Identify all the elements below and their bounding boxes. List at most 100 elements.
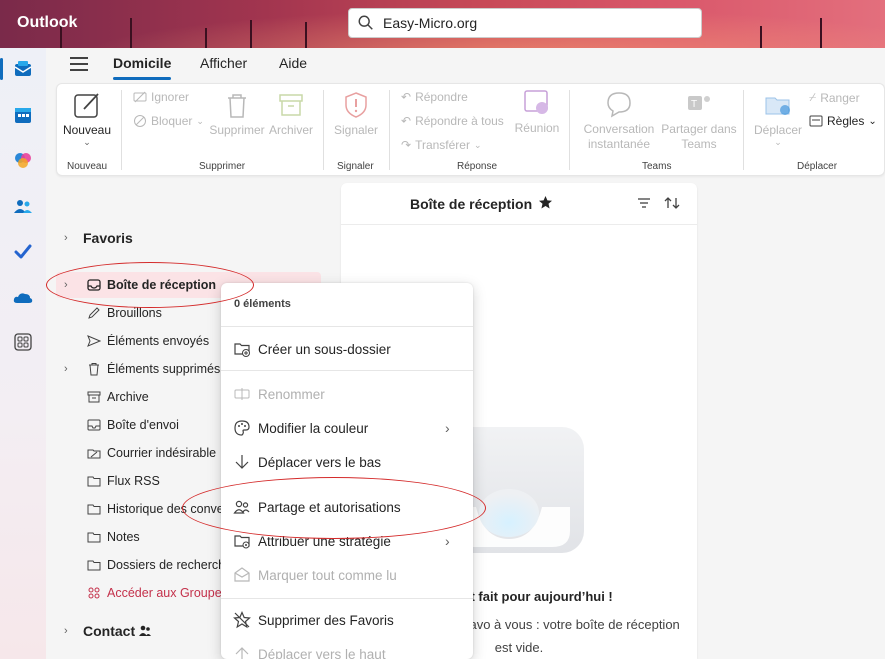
search-icon	[358, 15, 373, 30]
search-box[interactable]	[348, 8, 702, 38]
chevron-right-icon: ›	[445, 533, 450, 549]
shield-icon	[345, 92, 367, 118]
policy-folder-icon	[232, 531, 252, 551]
ignore-icon	[133, 91, 147, 103]
meeting-button[interactable]: Réunion	[511, 88, 563, 135]
new-mail-button[interactable]: Nouveau ⌄	[62, 90, 112, 148]
share-teams-button[interactable]: T Partager dans Teams	[659, 90, 739, 152]
reply-all-button[interactable]: ↶ Répondre à tous	[401, 114, 504, 128]
arrow-down-icon	[232, 452, 252, 472]
mail-icon[interactable]	[12, 58, 34, 80]
folder-icon	[86, 557, 102, 573]
sweep-button[interactable]: ⌿ Ranger	[809, 90, 860, 105]
groups-icon	[86, 585, 102, 601]
onedrive-icon[interactable]	[12, 287, 34, 309]
chat-button[interactable]: Conversation instantanée	[579, 90, 659, 152]
menu-item-sharing-permissions[interactable]: Partage et autorisations	[221, 491, 473, 523]
chevron-down-icon: ⌄	[83, 137, 91, 147]
folder-icon	[86, 473, 102, 489]
menu-item-assign-policy[interactable]: Attribuer une stratégie ›	[221, 525, 473, 557]
group-label-deplacer: Déplacer	[797, 161, 838, 172]
move-folder-icon	[765, 97, 790, 115]
search-input[interactable]	[383, 15, 683, 31]
apps-icon[interactable]	[12, 331, 34, 353]
group-label-reponse: Réponse	[457, 161, 498, 172]
filter-icon[interactable]	[637, 197, 651, 212]
people-icon[interactable]	[12, 195, 34, 217]
pencil-icon	[86, 305, 102, 321]
people-icon	[232, 497, 252, 517]
menu-icon[interactable]	[70, 57, 88, 71]
star-icon[interactable]	[538, 195, 553, 213]
todo-icon[interactable]	[12, 241, 34, 263]
move-button[interactable]: Déplacer ⌄	[751, 90, 805, 148]
block-button[interactable]: Bloquer ⌄	[133, 114, 204, 128]
favoris-section[interactable]: › Favoris	[46, 225, 321, 251]
menu-item-move-down[interactable]: Déplacer vers le bas	[221, 446, 473, 478]
menu-item-change-color[interactable]: Modifier la couleur ›	[221, 412, 473, 444]
calendar-icon[interactable]	[12, 104, 34, 126]
group-label-nouveau: Nouveau	[67, 161, 108, 172]
trash-icon	[228, 94, 246, 118]
folder-context-menu: 0 éléments Créer un sous-dossier Renomme…	[221, 283, 473, 659]
chevron-right-icon: ›	[64, 232, 68, 244]
star-off-icon	[232, 610, 252, 630]
forward-button[interactable]: ↷ Transférer ⌄	[401, 138, 482, 152]
ribbon-tabs: Domicile Afficher Aide	[46, 48, 885, 82]
send-icon	[86, 333, 102, 349]
group-label-supprimer: Supprimer	[199, 161, 246, 172]
folder-icon	[86, 501, 102, 517]
add-folder-icon	[232, 339, 252, 359]
tab-afficher[interactable]: Afficher	[200, 55, 247, 71]
outbox-icon	[86, 417, 102, 433]
reply-icon: ↶	[401, 90, 412, 104]
reply-button[interactable]: ↶ Répondre	[401, 90, 468, 104]
chat-icon	[607, 92, 631, 118]
context-menu-header: 0 éléments	[234, 298, 291, 310]
reply-all-icon: ↶	[401, 114, 412, 128]
tab-domicile[interactable]: Domicile	[113, 55, 172, 80]
arrow-up-icon	[232, 644, 252, 659]
archive-button[interactable]: Archiver	[267, 90, 315, 137]
ignore-button[interactable]: Ignorer	[133, 90, 189, 104]
chevron-right-icon: ›	[64, 625, 68, 637]
copilot-icon[interactable]	[12, 149, 34, 171]
teams-icon: T	[688, 96, 710, 110]
menu-item-create-subfolder[interactable]: Créer un sous-dossier	[221, 333, 473, 365]
menu-item-mark-all-read[interactable]: Marquer tout comme lu	[221, 559, 473, 591]
menu-item-move-up[interactable]: Déplacer vers le haut	[221, 638, 473, 659]
rename-icon	[232, 384, 252, 404]
report-button[interactable]: Signaler	[330, 90, 382, 137]
mail-read-icon	[232, 565, 252, 585]
trash-icon	[86, 361, 102, 377]
broom-icon: ⌿	[809, 90, 817, 104]
junk-icon	[86, 445, 102, 461]
svg-text:T: T	[691, 99, 697, 110]
tab-aide[interactable]: Aide	[279, 55, 307, 71]
archive-icon	[86, 389, 102, 405]
palette-icon	[232, 418, 252, 438]
rules-icon	[809, 115, 823, 127]
app-title[interactable]: Outlook	[17, 14, 77, 32]
people-icon	[138, 624, 152, 641]
archive-icon	[279, 94, 303, 116]
chevron-right-icon: ›	[445, 420, 450, 436]
delete-button[interactable]: Supprimer	[209, 90, 265, 137]
app-header: Outlook	[0, 0, 885, 48]
message-list-title: Boîte de réception	[410, 196, 533, 212]
sort-icon[interactable]	[664, 195, 680, 214]
inbox-icon	[86, 277, 102, 293]
group-label-signaler: Signaler	[337, 161, 374, 172]
group-label-teams: Teams	[642, 161, 672, 172]
chevron-right-icon: ›	[64, 363, 68, 375]
rules-button[interactable]: Règles ⌄	[809, 114, 877, 128]
menu-item-rename[interactable]: Renommer	[221, 378, 473, 410]
menu-item-remove-favorites[interactable]: Supprimer des Favoris	[221, 604, 473, 636]
forward-icon: ↷	[401, 138, 412, 152]
chevron-right-icon: ›	[64, 279, 68, 291]
meeting-icon	[524, 90, 548, 114]
ribbon: Nouveau ⌄ Nouveau Ignorer Bloquer ⌄ Suppr…	[56, 83, 885, 176]
block-icon	[134, 115, 146, 127]
compose-icon	[74, 93, 99, 118]
app-rail	[0, 48, 46, 659]
